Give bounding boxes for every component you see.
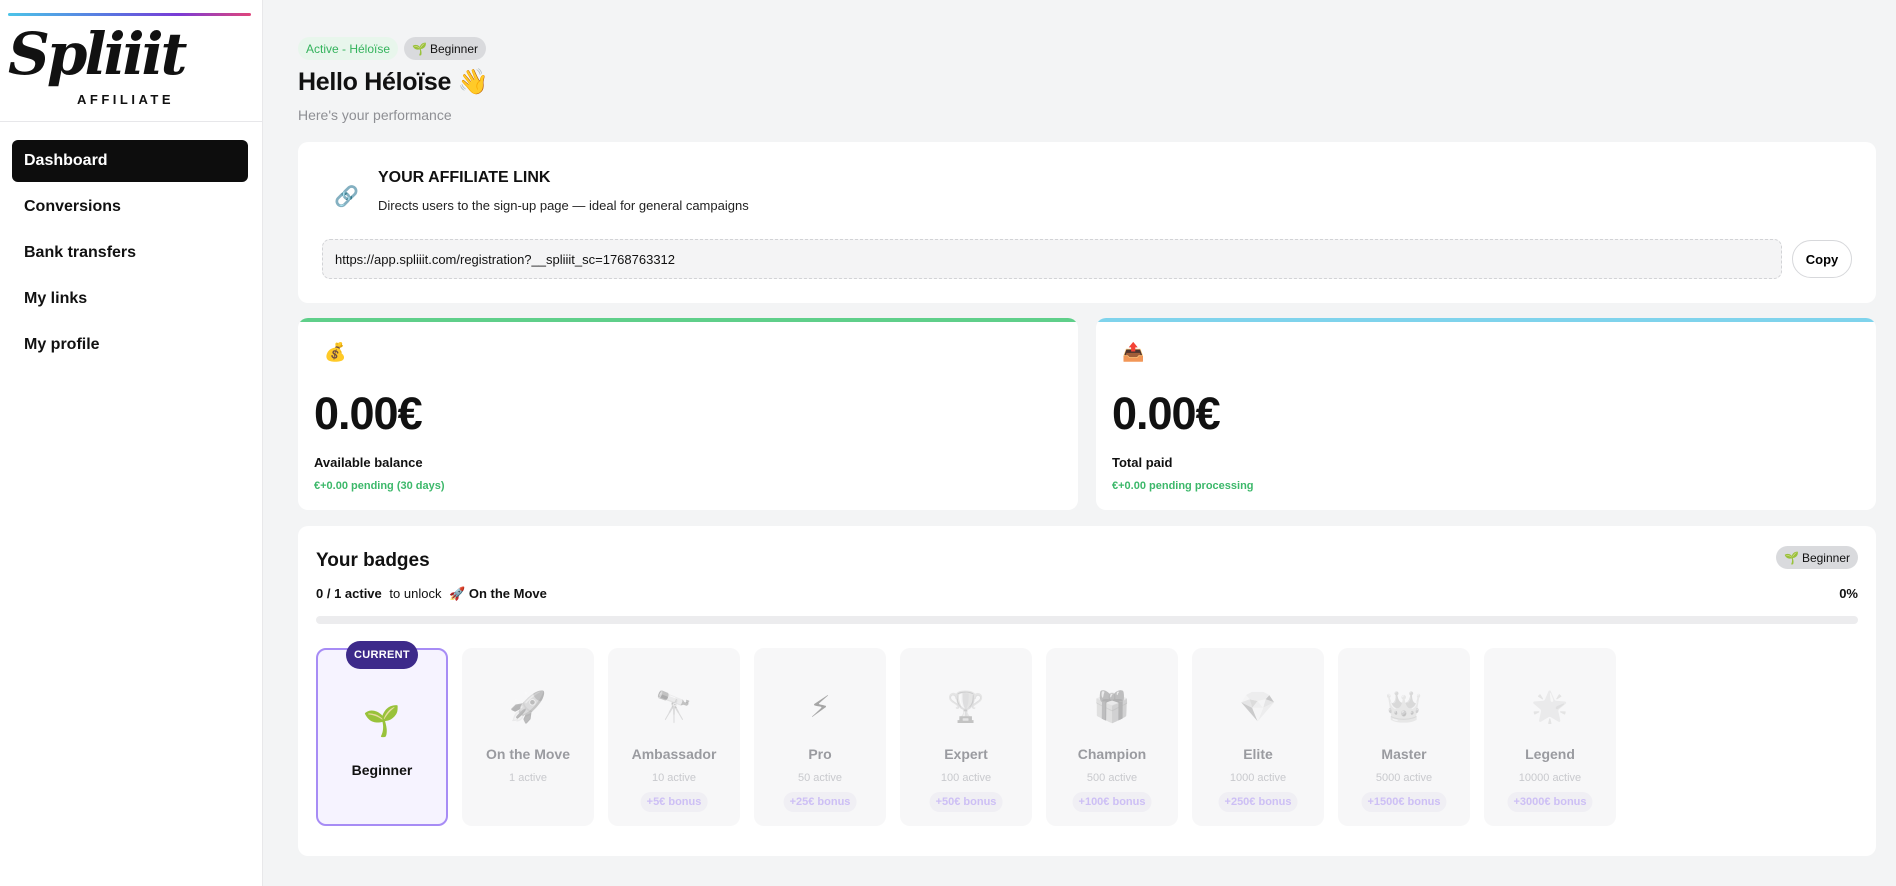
badge-requirement: 5000 active: [1375, 772, 1433, 784]
badge-name: Elite: [1243, 746, 1273, 762]
badge-beginner[interactable]: CURRENT 🌱 Beginner: [316, 641, 448, 826]
badge-name: Beginner: [351, 762, 413, 778]
sidebar-nav: Dashboard Conversions Bank transfers My …: [12, 140, 248, 370]
page-title: Hello Héloïse 👋: [298, 68, 489, 96]
seedling-icon: 🌱: [363, 705, 401, 738]
badge-expert[interactable]: 🏆 Expert 100 active +50€ bonus: [900, 648, 1032, 826]
badge-bonus: +250€ bonus: [1218, 792, 1298, 812]
level-badge-label: Beginner: [429, 41, 479, 56]
card-accent-bar: [298, 318, 1078, 322]
logo-wordmark: Spliiit: [8, 20, 187, 88]
total-paid-pending: €+0.00 pending processing: [1112, 480, 1254, 492]
available-balance-pending: €+0.00 pending (30 days): [314, 480, 445, 492]
total-paid-value: 0.00€: [1112, 388, 1221, 439]
badge-progress-bar: [316, 616, 1858, 624]
next-badge-name: 🚀 On the Move: [449, 586, 547, 601]
header-chips: Active - Héloïse 🌱 Beginner: [298, 37, 487, 60]
sidebar-item-bank-transfers[interactable]: Bank transfers: [12, 232, 248, 274]
badge-name: Master: [1381, 746, 1427, 762]
badge-bonus: +3000€ bonus: [1507, 792, 1593, 812]
seedling-icon: 🌱: [1784, 550, 1799, 565]
badge-name: Ambassador: [631, 746, 717, 762]
badges-title: Your badges: [316, 550, 430, 571]
available-balance-label: Available balance: [314, 455, 423, 470]
progress-text: to unlock: [389, 586, 442, 601]
page-subtitle: Here's your performance: [298, 107, 452, 123]
progress-count: 0 / 1 active: [316, 586, 382, 601]
badge-progress-text: 0 / 1 active to unlock 🚀 On the Move: [316, 586, 547, 602]
progress-percent: 0%: [1839, 586, 1858, 601]
badge-bonus: +5€ bonus: [640, 792, 708, 812]
money-bag-icon: 💰: [324, 342, 347, 362]
seedling-icon: 🌱: [412, 41, 427, 56]
badge-requirement: 1 active: [509, 772, 547, 784]
total-paid-label: Total paid: [1112, 455, 1173, 470]
badge-elite[interactable]: 💎 Elite 1000 active +250€ bonus: [1192, 648, 1324, 826]
badge-name: Expert: [944, 746, 988, 762]
badge-list: CURRENT 🌱 Beginner 🚀 On the Move 1 activ…: [316, 641, 1616, 826]
badge-name: Champion: [1077, 746, 1147, 762]
badge-name: Legend: [1525, 746, 1575, 762]
badge-requirement: 10 active: [651, 772, 697, 784]
badge-requirement: 100 active: [940, 772, 992, 784]
available-balance-card: 💰 0.00€ Available balance €+0.00 pending…: [298, 318, 1078, 510]
badge-legend[interactable]: 🌟 Legend 10000 active +3000€ bonus: [1484, 648, 1616, 826]
badge-name: On the Move: [485, 746, 570, 762]
badge-name: Pro: [808, 746, 832, 762]
copy-button[interactable]: Copy: [1792, 240, 1852, 278]
badge-requirement: 500 active: [1086, 772, 1138, 784]
badge-master[interactable]: 👑 Master 5000 active +1500€ bonus: [1338, 648, 1470, 826]
gift-icon: 🎁: [1093, 691, 1131, 724]
affiliate-link-card: 🔗 YOUR AFFILIATE LINK Directs users to t…: [298, 142, 1876, 303]
level-badge: 🌱 Beginner: [404, 37, 487, 60]
badge-requirement: 1000 active: [1229, 772, 1287, 784]
badge-requirement: 10000 active: [1518, 772, 1582, 784]
rocket-icon: 🚀: [509, 691, 547, 724]
outbox-tray-icon: 📤: [1122, 342, 1145, 362]
card-accent-bar: [1096, 318, 1876, 322]
affiliate-link-title: YOUR AFFILIATE LINK: [378, 169, 551, 186]
badge-champion[interactable]: 🎁 Champion 500 active +100€ bonus: [1046, 648, 1178, 826]
badge-pro[interactable]: ⚡ Pro 50 active +25€ bonus: [754, 648, 886, 826]
sidebar: Spliiit AFFILIATE Dashboard Conversions …: [0, 0, 263, 886]
sidebar-item-conversions[interactable]: Conversions: [12, 186, 248, 228]
badge-requirement: 50 active: [797, 772, 843, 784]
affiliate-link-field[interactable]: https://app.spliiit.com/registration?__s…: [322, 239, 1782, 279]
sidebar-divider: [0, 121, 263, 122]
affiliate-link-description: Directs users to the sign-up page — idea…: [378, 198, 749, 213]
sidebar-item-dashboard[interactable]: Dashboard: [12, 140, 248, 182]
sidebar-item-my-profile[interactable]: My profile: [12, 324, 248, 366]
badge-bonus: +50€ bonus: [929, 792, 1003, 812]
badge-bonus: +1500€ bonus: [1361, 792, 1447, 812]
link-icon: 🔗: [334, 186, 359, 208]
available-balance-value: 0.00€: [314, 388, 423, 439]
status-badge: Active - Héloïse: [298, 37, 399, 60]
logo-gradient-bar: [8, 13, 251, 16]
crown-icon: 👑: [1385, 691, 1423, 724]
badge-on-the-move[interactable]: 🚀 On the Move 1 active: [462, 648, 594, 826]
current-level-label: Beginner: [1801, 550, 1850, 565]
badge-bonus: +100€ bonus: [1072, 792, 1152, 812]
logo-subtitle: AFFILIATE: [77, 92, 174, 107]
star-icon: 🌟: [1531, 691, 1569, 724]
diamond-icon: 💎: [1239, 691, 1277, 724]
telescope-icon: 🔭: [655, 691, 693, 724]
current-level-badge: 🌱 Beginner: [1776, 546, 1858, 569]
trophy-icon: 🏆: [947, 691, 985, 724]
badge-bonus: +25€ bonus: [783, 792, 857, 812]
spliiit-affiliate-logo[interactable]: Spliiit AFFILIATE: [8, 20, 187, 110]
lightning-icon: ⚡: [809, 691, 831, 724]
sidebar-item-my-links[interactable]: My links: [12, 278, 248, 320]
badge-ambassador[interactable]: 🔭 Ambassador 10 active +5€ bonus: [608, 648, 740, 826]
current-tag: CURRENT: [346, 641, 418, 669]
badges-card: Your badges 🌱 Beginner 0 / 1 active to u…: [298, 526, 1876, 856]
total-paid-card: 📤 0.00€ Total paid €+0.00 pending proces…: [1096, 318, 1876, 510]
